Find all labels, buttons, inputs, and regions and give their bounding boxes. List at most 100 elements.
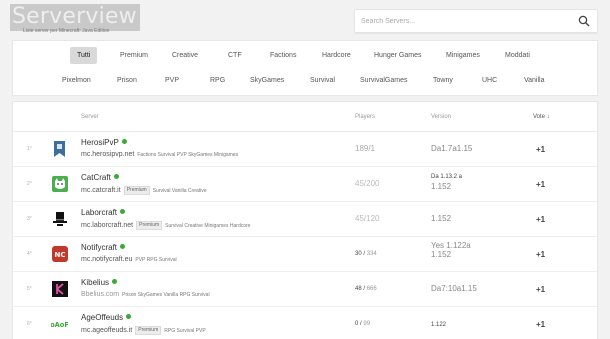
table-row[interactable]: 5° Kibelius Bbelius.com Prison SkyGames V… [13, 272, 597, 307]
server-name[interactable]: Laborcraft [81, 208, 117, 217]
logo[interactable]: Serverview [10, 4, 140, 31]
server-address: mc.catcraft.it [81, 187, 121, 194]
online-status-icon [121, 139, 127, 144]
top-hat-icon [51, 210, 68, 227]
server-name-row[interactable]: AgeOffeuds [81, 313, 132, 322]
category-chip-hardcore[interactable]: Hardcore [315, 47, 358, 64]
search-box[interactable] [354, 9, 598, 33]
server-tags: PVP RPG Survival [135, 257, 177, 263]
category-chip-ctf[interactable]: CTF [221, 47, 249, 64]
server-name-row[interactable]: Kibelius [81, 278, 118, 287]
category-filter: Tutti Premium Creative CTF Factions Hard… [12, 40, 598, 96]
logo-text[interactable]: Serverview [10, 4, 140, 31]
server-name[interactable]: CatCraft [81, 173, 111, 182]
category-chip-survival[interactable]: Survival [303, 72, 342, 89]
category-chip-pixelmon[interactable]: Pixelmon [55, 72, 98, 89]
rank: 5° [27, 286, 32, 292]
banner-icon [51, 140, 68, 157]
vote-button[interactable]: +1 [536, 285, 545, 294]
server-address: mc.notifycraft.eu [81, 256, 133, 263]
category-chip-uhc[interactable]: UHC [475, 72, 504, 89]
server-name[interactable]: Notifycraft [81, 243, 117, 252]
server-name[interactable]: AgeOffeuds [81, 313, 123, 322]
server-name-row[interactable]: Laborcraft [81, 208, 126, 217]
players-online: 48 [355, 286, 362, 292]
category-chip-pvp[interactable]: PVP [158, 72, 186, 89]
category-chip-moddati[interactable]: Moddati [498, 47, 537, 64]
vote-button[interactable]: +1 [536, 320, 545, 329]
server-address: mc.ageoffeuds.it [81, 327, 133, 334]
rank: 2° [27, 181, 32, 187]
server-version: Da 1.13.2 a 1.152 [431, 171, 462, 191]
category-chip-vanilla[interactable]: Vanilla [517, 72, 552, 89]
search-input[interactable] [361, 15, 561, 28]
version-line-2: 1.152 [431, 182, 452, 191]
server-address-row: mc.notifycraft.eu PVP RPG Survival [81, 256, 177, 263]
category-chip-survivalgames[interactable]: SurvivalGames [353, 72, 414, 89]
server-name-row[interactable]: HerosiPvP [81, 138, 127, 147]
category-chip-tutti[interactable]: Tutti [70, 47, 98, 64]
table-row[interactable]: 4° NC Notifycraft mc.notifycraft.eu PVP R… [13, 237, 597, 272]
online-status-icon [120, 209, 126, 214]
svg-text:NC: NC [54, 251, 65, 259]
player-count: 30 / 334 [355, 251, 377, 257]
category-chip-rpg[interactable]: RPG [203, 72, 232, 89]
premium-badge: Premium [135, 326, 162, 335]
server-tags: RPG Survival PVP [164, 328, 206, 334]
table-row[interactable]: 3° Laborcraft mc.laborcraft.net Premium Su… [13, 202, 597, 237]
category-chip-factions[interactable]: Factions [263, 47, 303, 64]
server-name[interactable]: HerosiPvP [81, 138, 119, 147]
column-header-players: Players [355, 114, 376, 120]
server-address: mc.herosipvp.net [81, 151, 135, 158]
version-line-1: Yes 1.122a [431, 241, 471, 250]
player-count: 45/120 [355, 214, 380, 223]
server-tags: Survival Creative Minigames Hardcore [165, 223, 251, 229]
vote-button[interactable]: +1 [536, 145, 545, 154]
table-row[interactable]: 6° oAoF AgeOffeuds mc.ageoffeuds.it Premi… [13, 307, 597, 339]
server-version: Yes 1.122a 1.152 [431, 241, 471, 259]
nc-logo-icon: NC [51, 245, 68, 262]
vote-header-label[interactable]: Vote [533, 114, 545, 120]
table-header: Server Players Version Vote ↓ [13, 102, 597, 132]
category-chip-creative[interactable]: Creative [165, 47, 205, 64]
server-name-row[interactable]: Notifycraft [81, 243, 126, 252]
category-chip-skygames[interactable]: SkyGames [243, 72, 291, 89]
vote-button[interactable]: +1 [536, 250, 545, 259]
category-chip-minigames[interactable]: Minigames [439, 47, 487, 64]
category-chip-hunger-games[interactable]: Hunger Games [367, 47, 428, 64]
player-count: 189/1 [355, 144, 376, 153]
server-address-row: mc.laborcraft.net Premium Survival Creativ… [81, 221, 250, 230]
server-name[interactable]: Kibelius [81, 278, 109, 287]
category-chip-premium[interactable]: Premium [113, 47, 155, 64]
players-max: 334 [366, 251, 377, 257]
site-subtitle: Liste server per Minecraft: Java Edition [23, 28, 110, 34]
kibelius-logo-icon [51, 280, 68, 297]
server-tags: Survival Vanilla Creative [152, 188, 207, 194]
server-version: 1.122 [431, 322, 447, 328]
search-icon[interactable] [578, 15, 590, 27]
server-name-row[interactable]: CatCraft [81, 173, 119, 182]
table-row[interactable]: 1° HerosiPvP mc.herosipvp.net Factions Su… [13, 132, 597, 167]
sort-arrow-icon[interactable]: ↓ [547, 114, 550, 120]
version-line-2: 1.152 [431, 250, 452, 259]
column-header-vote[interactable]: Vote ↓ [533, 114, 550, 120]
server-address-row: Bbelius.com Prison SkyGames Vanilla RPG S… [81, 291, 210, 298]
column-header-version: Version [431, 114, 452, 120]
server-version: 1.152 [431, 214, 452, 223]
server-tags: Factions Survival PVP SkyGames Minigames [137, 152, 239, 158]
column-header-server: Server [81, 114, 99, 120]
category-chip-prison[interactable]: Prison [110, 72, 144, 89]
server-version: Da7:10a1.15 [431, 284, 477, 293]
server-address: Bbelius.com [81, 291, 120, 298]
server-address: mc.laborcraft.net [81, 222, 134, 229]
player-count: 0 / 99 [355, 321, 371, 327]
category-chip-towny[interactable]: Towny [426, 72, 460, 89]
online-status-icon [113, 174, 119, 179]
vote-button[interactable]: +1 [536, 215, 545, 224]
players-online: 0 [355, 321, 359, 327]
table-row[interactable]: 2° CatCraft mc.catcraft.it Premium Surviva… [13, 167, 597, 202]
vote-button[interactable]: +1 [536, 180, 545, 189]
rank: 1° [27, 146, 32, 152]
rank: 3° [27, 216, 32, 222]
server-table: Server Players Version Vote ↓ 1° HerosiP… [12, 101, 598, 339]
